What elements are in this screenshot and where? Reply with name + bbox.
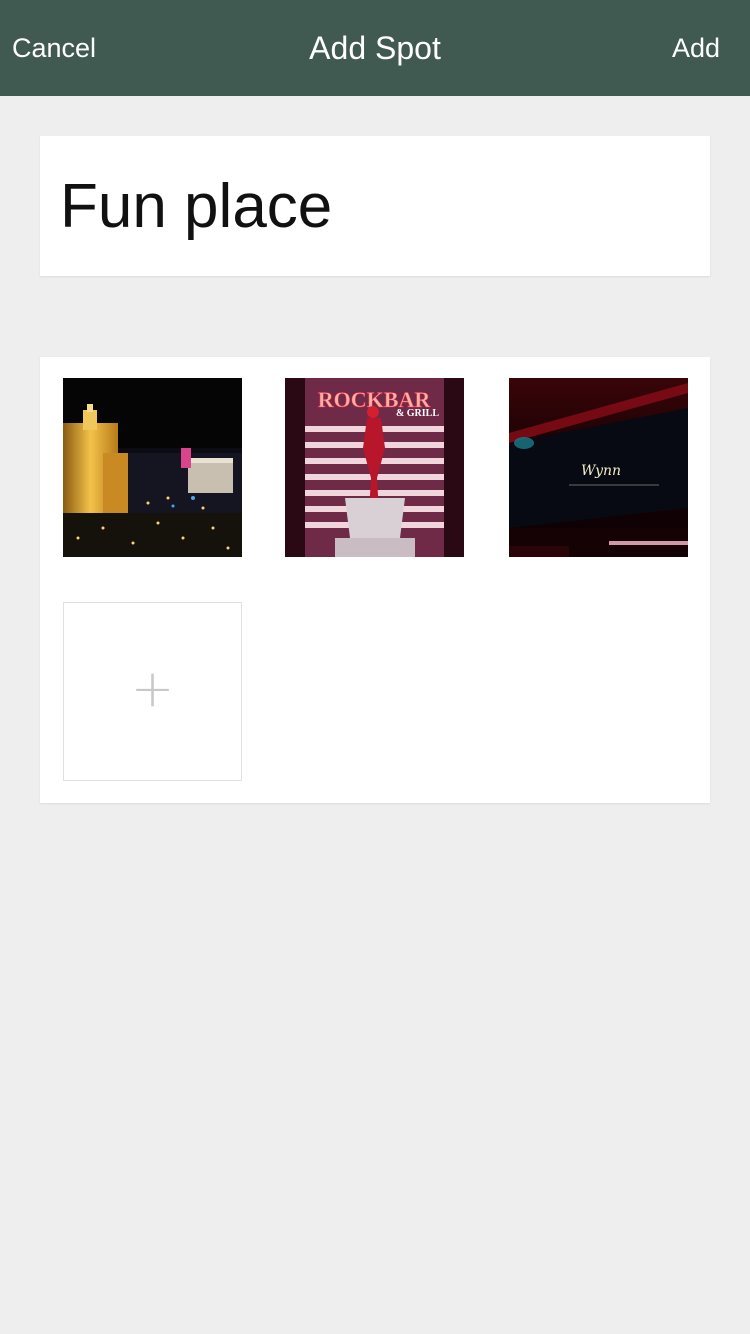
photo-grid-card: ROCKBAR & GRILL Wynn + [40,357,710,803]
wynn-sign-text: Wynn [581,463,621,479]
plus-icon: + [130,659,175,719]
top-navigation-bar: Cancel Add Spot Add [0,0,750,96]
wynn-interior-image: Wynn [509,378,688,557]
page-title: Add Spot [309,30,441,66]
photo-thumbnail-3[interactable]: Wynn [509,378,688,557]
photo-thumbnail-1[interactable] [63,378,242,557]
cancel-button[interactable]: Cancel [12,0,96,96]
rockbar-grill-image: ROCKBAR & GRILL [285,378,464,557]
spot-name-input[interactable] [60,156,690,256]
photo-thumbnail-2[interactable]: ROCKBAR & GRILL [285,378,464,557]
add-button[interactable]: Add [672,0,720,96]
grill-sign-text: & GRILL [396,408,439,419]
spot-name-card [40,136,710,276]
add-photo-button[interactable]: + [63,602,242,781]
las-vegas-skyline-image [63,378,242,557]
